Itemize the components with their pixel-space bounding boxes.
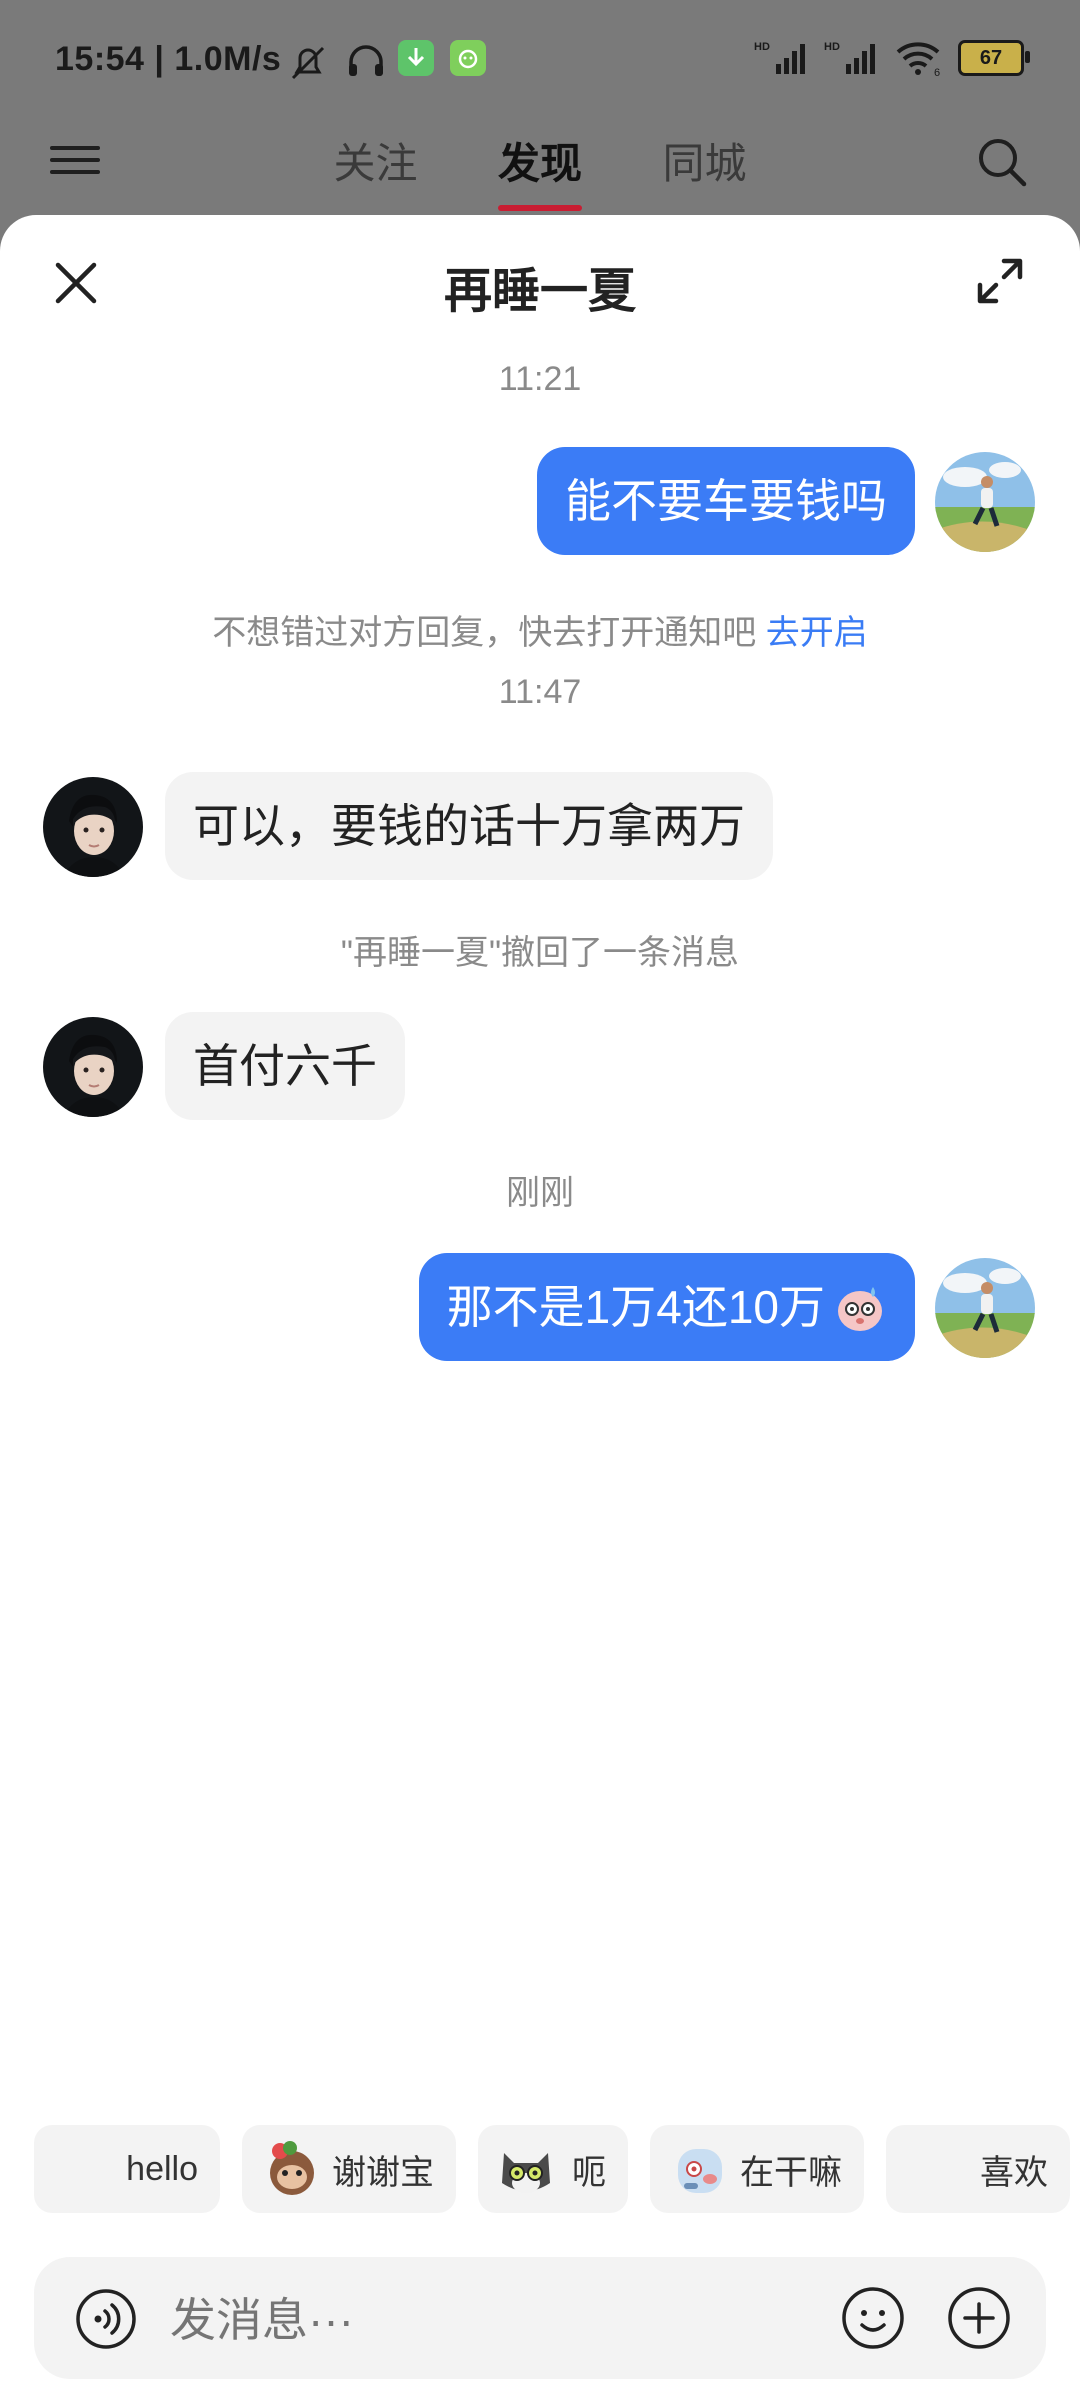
notification-tip-text: 不想错过对方回复，快去打开通知吧 bbox=[212, 614, 757, 652]
chat-sheet: 再睡一夏 11:21 能不要车要钱吗 不想错过对方回复，快去打开通知吧 去开启 … bbox=[0, 215, 1080, 2400]
quick-reply-what-doing[interactable]: 在干嘛 bbox=[650, 2125, 864, 2213]
top-navigation: 关注 发现 同城 bbox=[0, 120, 1080, 220]
cat-sticker-icon bbox=[502, 2153, 550, 2193]
quick-reply-like[interactable]: 喜欢 bbox=[886, 2125, 1070, 2213]
tab-discover[interactable]: 发现 bbox=[497, 130, 583, 211]
search-icon[interactable] bbox=[974, 134, 1030, 190]
headphones-icon bbox=[345, 40, 387, 82]
download-icon bbox=[398, 40, 434, 76]
chat-title: 再睡一夏 bbox=[443, 265, 636, 318]
voice-input-icon[interactable] bbox=[74, 2287, 138, 2351]
cartoon-sticker-icon bbox=[678, 2149, 722, 2193]
timestamp: 11:47 bbox=[498, 673, 582, 711]
status-time: 15:54 | 1.0M/s bbox=[55, 40, 281, 79]
svg-text:HD: HD bbox=[754, 41, 770, 53]
quick-reply-label: 谢谢宝 bbox=[332, 2153, 434, 2192]
status-network-speed: | 1.0M/s bbox=[154, 40, 282, 78]
quick-reply-uh[interactable]: 呃 bbox=[478, 2125, 628, 2213]
notification-tip: 不想错过对方回复，快去打开通知吧 去开启 bbox=[0, 605, 1080, 654]
battery-icon: 67 bbox=[958, 40, 1030, 76]
svg-text:6: 6 bbox=[934, 67, 940, 78]
message-bubble-incoming[interactable]: 首付六千 bbox=[165, 1012, 405, 1120]
add-attachment-icon[interactable] bbox=[946, 2285, 1012, 2351]
chat-header: 再睡一夏 bbox=[0, 215, 1080, 335]
recall-notice: "再睡一夏"撤回了一条消息 bbox=[340, 934, 740, 972]
message-bubble-incoming[interactable]: 可以，要钱的话十万拿两万 bbox=[165, 772, 773, 880]
status-bar: 15:54 | 1.0M/s HD HD 6 67 bbox=[0, 0, 1080, 120]
signal-icon-2: HD bbox=[824, 41, 875, 74]
message-bubble-outgoing[interactable]: 能不要车要钱吗 bbox=[537, 447, 915, 555]
quick-reply-hello[interactable]: hello bbox=[34, 2125, 220, 2213]
app-notification-icon bbox=[450, 40, 486, 76]
signal-icon-1: HD bbox=[754, 41, 805, 74]
sticker-emoji-icon bbox=[838, 1287, 882, 1331]
message-input-bar bbox=[34, 2257, 1046, 2379]
quick-reply-label: 喜欢 bbox=[980, 2153, 1048, 2192]
contact-avatar[interactable] bbox=[43, 1017, 143, 1117]
message-input[interactable] bbox=[168, 2287, 822, 2353]
expand-icon[interactable] bbox=[972, 253, 1028, 309]
wifi-icon: 6 bbox=[896, 42, 940, 78]
my-avatar[interactable] bbox=[935, 452, 1035, 552]
tab-local[interactable]: 同城 bbox=[662, 130, 746, 191]
emoji-icon[interactable] bbox=[840, 2285, 906, 2351]
status-clock: 15:54 bbox=[55, 40, 145, 78]
quick-reply-bar: hello 谢谢宝 呃 在干嘛 喜欢 bbox=[0, 2125, 1080, 2213]
quick-reply-label: 在干嘛 bbox=[740, 2153, 842, 2192]
status-right-group: HD HD 6 67 bbox=[754, 38, 1030, 78]
quick-reply-label: hello bbox=[126, 2149, 198, 2188]
enable-notification-link[interactable]: 去开启 bbox=[766, 614, 868, 652]
message-text: 那不是1万4还10万 bbox=[446, 1281, 825, 1333]
mute-icon bbox=[285, 40, 331, 86]
my-avatar[interactable] bbox=[935, 1258, 1035, 1358]
contact-avatar[interactable] bbox=[43, 777, 143, 877]
timestamp: 11:21 bbox=[498, 360, 582, 398]
message-bubble-outgoing[interactable]: 那不是1万4还10万 bbox=[418, 1253, 915, 1361]
timestamp: 刚刚 bbox=[506, 1174, 574, 1212]
svg-text:HD: HD bbox=[824, 41, 840, 53]
quick-reply-thanks[interactable]: 谢谢宝 bbox=[242, 2125, 456, 2213]
tab-bar: 关注 发现 同城 bbox=[0, 130, 1080, 211]
tab-follow[interactable]: 关注 bbox=[334, 130, 418, 191]
quick-reply-label: 呃 bbox=[572, 2153, 606, 2192]
battery-level: 67 bbox=[979, 46, 1003, 69]
monkey-sticker-icon bbox=[270, 2141, 314, 2195]
